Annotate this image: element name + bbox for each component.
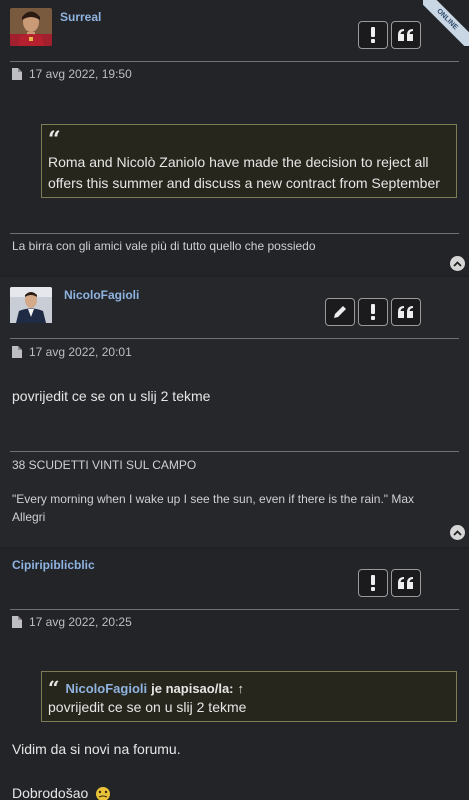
post-surreal: Surreal ONLINE 17 avg 2022, 19:50 “ Roma… [0,0,469,275]
signature: La birra con gli amici vale più di tutto… [12,239,316,253]
divider [10,338,459,339]
file-icon[interactable] [12,346,22,358]
quote-icon [398,305,413,318]
post-meta: 17 avg 2022, 20:01 [12,345,132,359]
avatar[interactable] [10,8,52,46]
back-to-top-button[interactable] [450,525,465,540]
signature-divider [10,233,459,234]
quote-icon [398,576,413,589]
chevron-up-icon [453,529,462,536]
quote-author-link[interactable]: NicoloFagioli [66,681,148,696]
avatar[interactable] [10,287,52,325]
pencil-icon [334,306,346,318]
post-meta: 17 avg 2022, 19:50 [12,67,132,81]
file-icon[interactable] [12,616,22,628]
quote-button[interactable] [391,298,421,326]
file-icon[interactable] [12,68,22,80]
quote-jump-link[interactable]: ↑ [238,681,245,696]
quote-block: “ NicoloFagioli je napisao/la: ↑ povrije… [41,671,457,722]
signature-quote: "Every morning when I wake up I see the … [12,492,415,524]
divider [10,609,459,610]
username[interactable]: Surreal [60,10,101,24]
exclamation-icon [371,304,375,320]
quote-text: povrijedit ce se on u slij 2 tekme [48,699,247,715]
report-button[interactable] [358,21,388,49]
quote-header: “ NicoloFagioli je napisao/la: ↑ [48,676,450,700]
quote-text: Roma and Nicolò Zaniolo have made the de… [48,154,440,191]
exclamation-icon [371,575,375,591]
signature-divider [10,451,459,452]
online-ribbon: ONLINE [423,0,469,46]
quote-button[interactable] [391,21,421,49]
post-body: povrijedit ce se on u slij 2 tekme [12,388,211,404]
signature-line: 38 SCUDETTI VINTI SUL CAMPO [12,458,197,472]
quote-block: “ Roma and Nicolò Zaniolo have made the … [41,124,457,198]
post-nicolofagioli: NicoloFagioli 17 avg 2022, 20:01 povrije… [0,277,469,547]
quote-mark-icon: “ [48,127,61,153]
post-date: 17 avg 2022, 20:01 [29,345,132,359]
post-cipiripiblicblic: Cipiripiblicblic 17 avg 2022, 20:25 “ Ni… [0,549,469,800]
quote-wrote-label: je napisao/la: [151,680,234,696]
post-meta: 17 avg 2022, 20:25 [12,615,132,629]
quote-icon [398,28,413,41]
report-button[interactable] [358,569,388,597]
online-badge: ONLINE [423,0,469,46]
divider [10,61,459,62]
post-date: 17 avg 2022, 19:50 [29,67,132,81]
quote-button[interactable] [391,569,421,597]
report-button[interactable] [358,298,388,326]
edit-button[interactable] [325,298,355,326]
post-body-greeting: Dobrodošao [12,785,113,800]
back-to-top-button[interactable] [450,256,465,271]
post-date: 17 avg 2022, 20:25 [29,615,132,629]
greeting-text: Dobrodošao [12,785,89,800]
exclamation-icon [371,27,375,43]
username[interactable]: NicoloFagioli [64,288,139,302]
thinking-emoji-icon [96,787,111,800]
quote-mark-icon: “ [48,676,60,700]
username[interactable]: Cipiripiblicblic [12,558,95,572]
post-body-line: Vidim da si novi na forumu. [12,741,181,757]
chevron-up-icon [453,260,462,267]
